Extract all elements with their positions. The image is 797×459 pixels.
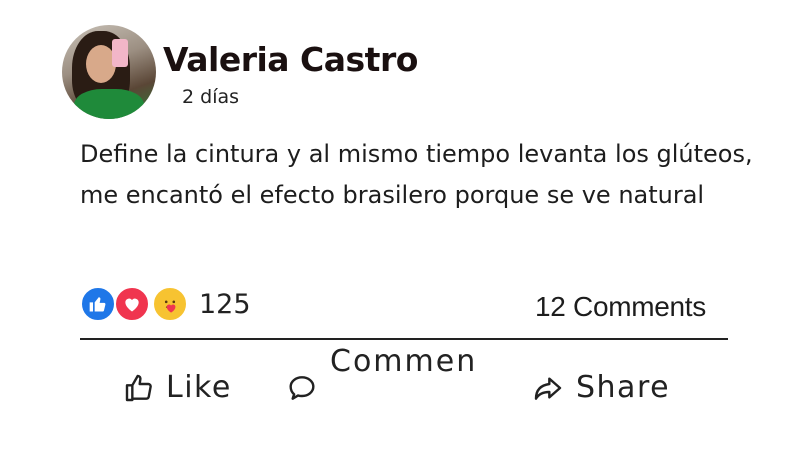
thumbs-up-icon (122, 372, 156, 404)
divider (80, 338, 728, 340)
like-label: Like (166, 370, 232, 405)
comments-count[interactable]: 12 Comments (535, 291, 706, 323)
share-label: Share (576, 370, 671, 405)
like-icon (80, 286, 116, 322)
reaction-count[interactable]: 125 (199, 289, 251, 320)
share-button[interactable]: Share (530, 370, 670, 405)
comment-button[interactable] (285, 372, 329, 404)
post-timestamp[interactable]: 2 días (182, 86, 239, 108)
love-icon (114, 286, 150, 322)
comment-label[interactable]: Commen (330, 344, 477, 379)
post-text: Define la cintura y al mismo tiempo leva… (80, 140, 753, 209)
share-arrow-icon (530, 372, 566, 404)
author-name[interactable]: Valeria Castro (163, 40, 418, 79)
care-icon (152, 286, 188, 322)
author-avatar[interactable] (62, 25, 156, 119)
like-button[interactable]: Like (122, 370, 232, 405)
comment-bubble-icon (285, 372, 319, 404)
